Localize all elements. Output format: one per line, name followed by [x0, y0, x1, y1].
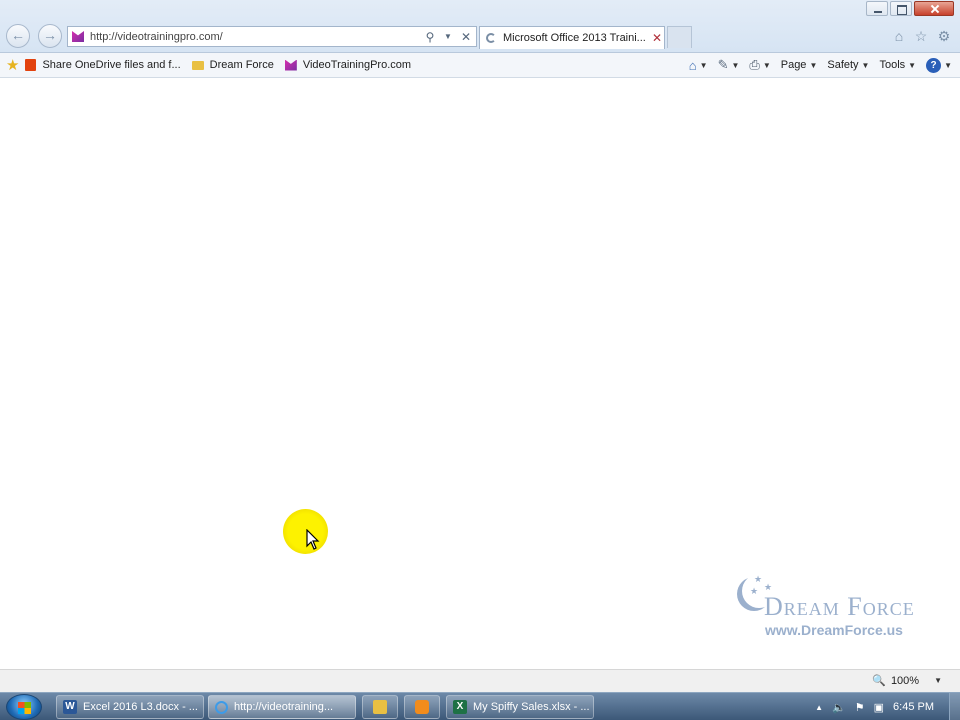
favorite-label: Share OneDrive files and f...: [42, 59, 181, 71]
help-menu-button[interactable]: ? ▼: [926, 57, 952, 73]
window-controls: [864, 1, 954, 16]
command-buttons: ⌂ ▼ ✎ ▼ ⎙ ▼ Page ▼ Safety ▼ Tools ▼ ? ▼: [679, 57, 952, 73]
stop-icon[interactable]: ✕: [458, 30, 474, 44]
safety-menu-button[interactable]: Safety ▼: [827, 59, 869, 71]
chevron-down-icon: ▼: [861, 60, 870, 70]
tab-active[interactable]: Microsoft Office 2013 Traini... ✕: [479, 26, 665, 49]
print-icon: ⎙: [749, 57, 760, 72]
volume-icon[interactable]: 🔈: [832, 701, 846, 714]
dreamforce-watermark: ★ ★ ★ Dream Force www.DreamForce.us: [740, 572, 940, 642]
favorites-bar: ★ Share OneDrive files and f... Dream Fo…: [0, 56, 422, 74]
action-center-flag-icon[interactable]: ⚑: [855, 701, 865, 714]
chevron-down-icon: ▼: [934, 676, 942, 685]
page-menu-label: Page: [780, 59, 807, 71]
favorites-star-icon[interactable]: ☆: [912, 28, 930, 45]
close-icon[interactable]: [914, 1, 954, 16]
new-tab-button[interactable]: [667, 26, 692, 48]
forward-button[interactable]: →: [38, 24, 62, 48]
taskbar-item-word[interactable]: W Excel 2016 L3.docx - ...: [56, 695, 204, 719]
print-command-button[interactable]: ⎙ ▼: [749, 57, 770, 73]
word-icon: W: [63, 700, 77, 714]
chevron-down-icon: ▼: [908, 60, 917, 70]
site-favicon: [284, 59, 297, 71]
taskbar: W Excel 2016 L3.docx - ... http://videot…: [0, 692, 960, 720]
favorite-item-dreamforce[interactable]: Dream Force: [191, 59, 274, 71]
system-tray: ▲ 🔈 ⚑ ▣ 6:45 PM: [815, 693, 960, 720]
address-bar[interactable]: http://videotrainingpro.com/ ⚲ ▼ ✕: [67, 26, 477, 47]
taskbar-item-label: http://videotraining...: [234, 701, 334, 713]
clock[interactable]: 6:45 PM: [893, 701, 934, 713]
tools-menu-label: Tools: [879, 59, 906, 71]
home-icon: ⌂: [688, 57, 697, 73]
watermark-url: www.DreamForce.us: [765, 622, 903, 638]
network-icon[interactable]: ▣: [874, 701, 884, 714]
favorite-item-videotrainingpro[interactable]: VideoTrainingPro.com: [284, 59, 412, 71]
favorite-item-onedrive[interactable]: Share OneDrive files and f...: [25, 59, 181, 71]
star-icon: ★: [754, 574, 763, 584]
home-command-button[interactable]: ⌂ ▼: [689, 58, 708, 73]
minimize-icon[interactable]: [866, 1, 888, 16]
favorite-label: Dream Force: [209, 59, 274, 71]
gear-icon[interactable]: ⚙: [935, 28, 953, 45]
favorite-label: VideoTrainingPro.com: [302, 59, 412, 71]
safety-menu-label: Safety: [827, 59, 859, 71]
site-favicon: [72, 31, 84, 42]
browser-titlebar: ← → http://videotrainingpro.com/ ⚲ ▼ ✕ M…: [0, 0, 960, 53]
chevron-down-icon: ▼: [944, 60, 952, 70]
taskbar-item-explorer[interactable]: [362, 695, 398, 719]
page-menu-button[interactable]: Page ▼: [781, 59, 818, 71]
taskbar-item-ie[interactable]: http://videotraining...: [208, 695, 356, 719]
taskbar-item-media-player[interactable]: [404, 695, 440, 719]
taskbar-item-excel[interactable]: X My Spiffy Sales.xlsx - ...: [446, 695, 594, 719]
chevron-down-icon: ▼: [762, 60, 771, 70]
maximize-icon[interactable]: [890, 1, 912, 16]
chevron-down-icon: ▼: [699, 60, 708, 70]
home-icon[interactable]: ⌂: [890, 28, 908, 44]
office-icon: [25, 59, 37, 71]
feeds-command-button[interactable]: ✎ ▼: [718, 57, 740, 73]
pen-icon: ✎: [717, 57, 729, 72]
start-button[interactable]: [6, 694, 42, 720]
address-url[interactable]: http://videotrainingpro.com/: [90, 31, 422, 43]
folder-icon: [373, 700, 387, 714]
tab-close-icon[interactable]: ✕: [650, 31, 664, 45]
help-icon: ?: [926, 57, 942, 73]
favorites-bar-star-icon[interactable]: ★: [6, 56, 19, 74]
zoom-icon: 🔍: [872, 675, 886, 687]
zoom-level: 100%: [890, 674, 920, 687]
tools-menu-button[interactable]: Tools ▼: [879, 59, 916, 71]
taskbar-item-label: Excel 2016 L3.docx - ...: [83, 701, 198, 713]
search-icon[interactable]: ⚲: [422, 30, 438, 44]
watermark-brand: Dream Force: [764, 592, 915, 621]
star-icon: ★: [750, 586, 759, 596]
command-bar: ★ Share OneDrive files and f... Dream Fo…: [0, 53, 960, 78]
tab-title: Microsoft Office 2013 Traini...: [503, 32, 646, 44]
back-button[interactable]: ←: [6, 24, 30, 48]
dropdown-icon[interactable]: ▼: [440, 32, 456, 41]
chevron-down-icon: ▼: [731, 60, 740, 70]
loading-spinner-icon: [486, 33, 496, 43]
folder-icon: [191, 60, 204, 70]
internet-explorer-icon: [215, 700, 228, 714]
mouse-cursor-icon: [306, 529, 320, 550]
excel-icon: X: [453, 700, 467, 714]
windows-logo-icon: [18, 702, 31, 714]
status-bar: 🔍 100% ▼: [0, 669, 960, 692]
chevron-down-icon: ▼: [809, 60, 818, 70]
show-desktop-button[interactable]: [949, 693, 960, 720]
taskbar-item-label: My Spiffy Sales.xlsx - ...: [473, 701, 590, 713]
show-hidden-icons-icon[interactable]: ▲: [815, 703, 823, 712]
zoom-control[interactable]: 🔍 100% ▼: [872, 674, 942, 688]
media-player-icon: [415, 700, 429, 714]
